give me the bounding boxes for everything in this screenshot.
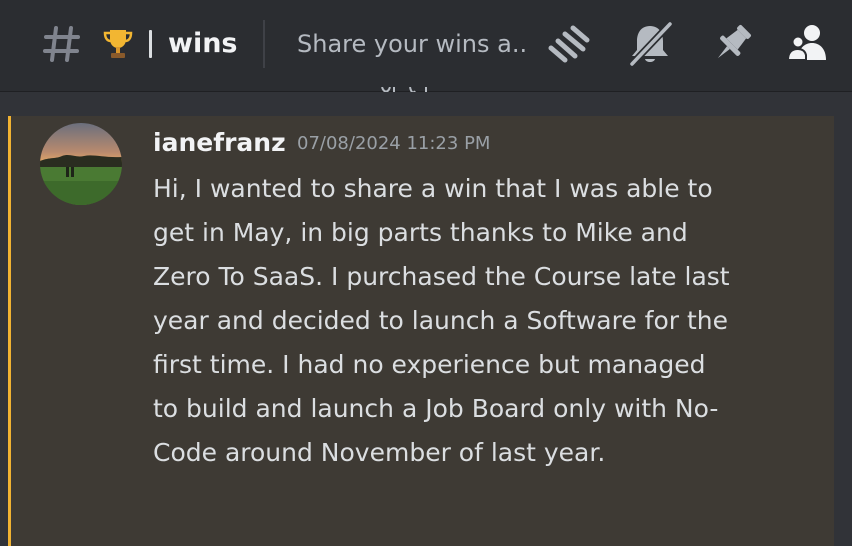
- title-separator: [149, 30, 152, 58]
- message-highlighted: ianefranz 07/08/2024 11:23 PM Hi, I want…: [8, 116, 834, 546]
- hash-icon: [42, 22, 82, 66]
- trophy-icon: [103, 27, 133, 61]
- message-author[interactable]: ianefranz: [153, 125, 286, 161]
- member-list-icon[interactable]: [786, 22, 834, 66]
- message-timestamp: 07/08/2024 11:23 PM: [297, 133, 491, 154]
- previous-message-fragment: [380, 82, 430, 92]
- message-content: Hi, I wanted to share a win that I was a…: [153, 174, 730, 467]
- threads-icon[interactable]: [545, 22, 593, 66]
- channel-topic[interactable]: Share your wins a...: [297, 28, 529, 60]
- channel-name: wins: [168, 28, 238, 59]
- header-divider: [263, 20, 265, 68]
- avatar[interactable]: [40, 123, 122, 205]
- muted-bell-icon[interactable]: [626, 21, 674, 67]
- pin-icon[interactable]: [708, 22, 756, 66]
- channel-header: wins Share your wins a...: [0, 0, 852, 92]
